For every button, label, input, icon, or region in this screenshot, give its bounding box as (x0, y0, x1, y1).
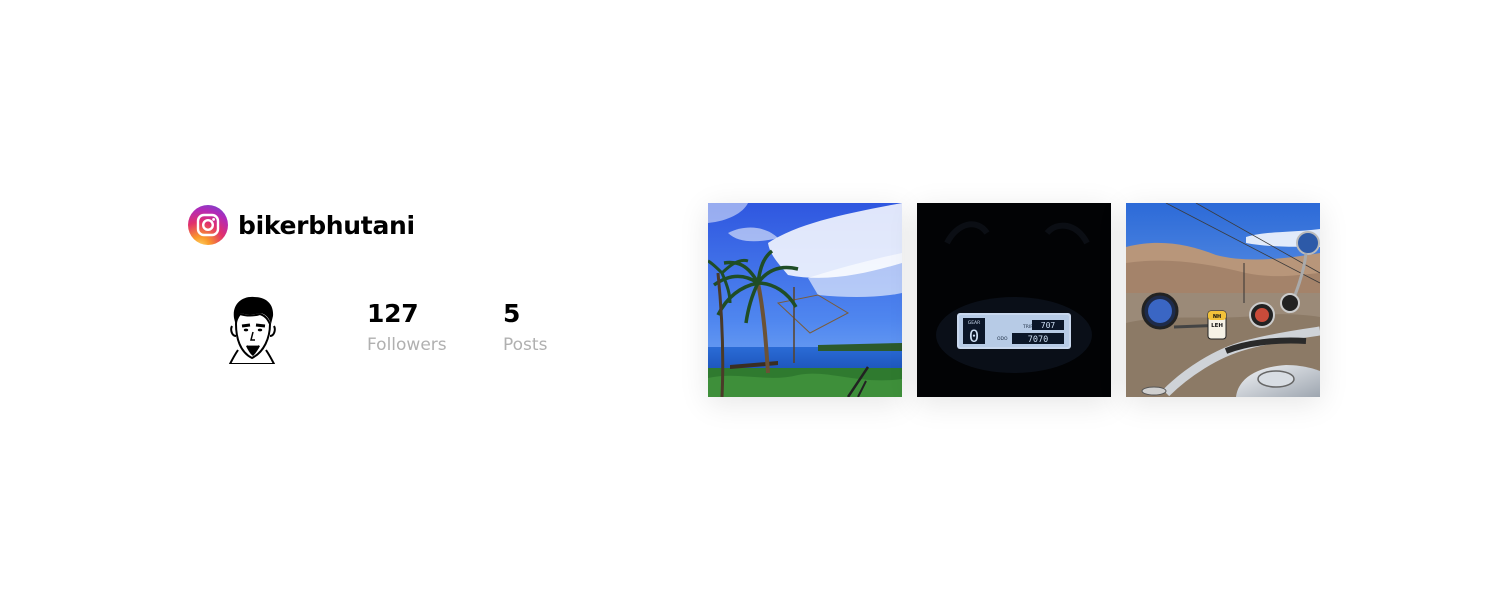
post-thumbnail-dashboard[interactable]: GEAR 0 TRIP 707 ODO 7070 (917, 203, 1111, 397)
avatar[interactable] (224, 294, 280, 364)
palm-lake-photo (708, 203, 902, 397)
posts-stat[interactable]: 5 Posts (503, 298, 547, 356)
followers-stat[interactable]: 127 Followers (367, 298, 447, 356)
gear-label: GEAR (968, 320, 981, 326)
posts-count: 5 (503, 299, 521, 328)
instagram-profile-card: bikerbhutani 127 Followers 5 Posts GEAR … (188, 200, 1328, 400)
gear-value: 0 (969, 327, 979, 347)
milestone-line1: NH (1213, 314, 1221, 320)
odo-label: ODO (997, 336, 1008, 342)
dashboard-photo: GEAR 0 TRIP 707 ODO 7070 (917, 203, 1111, 397)
posts-label: Posts (503, 335, 548, 355)
followers-label: Followers (367, 335, 447, 355)
profile-summary: bikerbhutani 127 Followers 5 Posts (188, 200, 608, 400)
followers-count: 127 (367, 299, 419, 328)
profile-header: bikerbhutani (188, 204, 415, 246)
milestone-line2: LEH (1211, 323, 1223, 329)
odo-value: 7070 (1028, 335, 1048, 345)
trip-value: 707 (1041, 321, 1056, 330)
post-thumbnail-palm-lake[interactable] (708, 203, 902, 397)
mountain-road-photo: NH LEH (1126, 203, 1320, 397)
post-gallery: GEAR 0 TRIP 707 ODO 7070 NH LEH (708, 203, 1320, 397)
instagram-icon[interactable] (188, 205, 228, 245)
trip-label: TRIP (1022, 324, 1033, 330)
profile-handle[interactable]: bikerbhutani (238, 211, 415, 240)
post-thumbnail-mountain-road[interactable]: NH LEH (1126, 203, 1320, 397)
